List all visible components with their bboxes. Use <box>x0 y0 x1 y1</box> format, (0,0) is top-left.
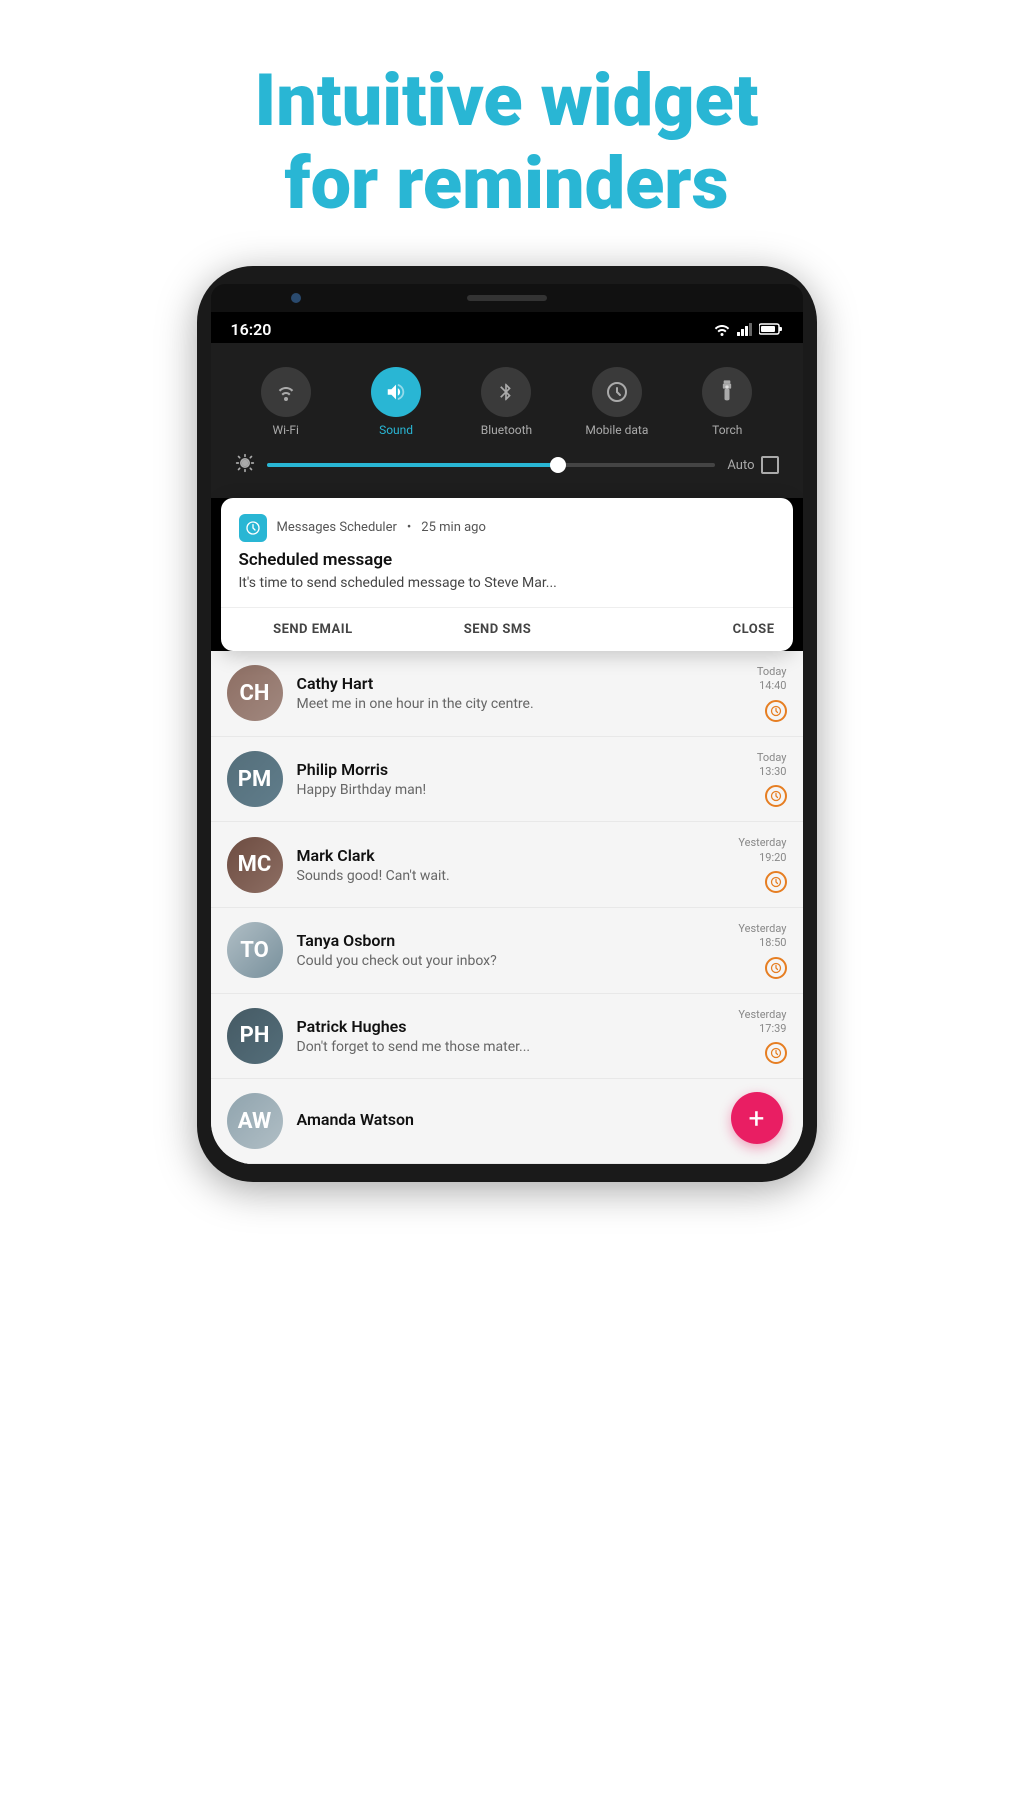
bluetooth-label: Bluetooth <box>481 423 532 437</box>
quick-icon-mobile-data[interactable]: Mobile data <box>577 367 657 437</box>
avatar: TO <box>227 922 283 978</box>
message-preview: Meet me in one hour in the city centre. <box>297 696 703 712</box>
send-sms-button[interactable]: SEND SMS <box>405 608 590 651</box>
wifi-label: Wi-Fi <box>272 423 298 437</box>
avatar: PH <box>227 1008 283 1064</box>
notification-app-name: Messages Scheduler <box>277 520 397 535</box>
message-preview: Could you check out your inbox? <box>297 953 703 969</box>
auto-checkbox[interactable] <box>761 456 779 474</box>
message-preview: Sounds good! Can't wait. <box>297 868 703 884</box>
avatar: AW <box>227 1093 283 1149</box>
message-meta: Today14:40 <box>717 665 787 722</box>
quick-icon-wifi[interactable]: Wi-Fi <box>246 367 326 437</box>
message-time: Today14:40 <box>757 665 787 694</box>
fab-button[interactable]: + <box>731 1092 783 1144</box>
message-time: Yesterday18:50 <box>738 922 786 951</box>
quick-icon-bluetooth[interactable]: Bluetooth <box>466 367 546 437</box>
clock-icon <box>765 1042 787 1064</box>
clock-icon <box>765 700 787 722</box>
message-content: Patrick Hughes Don't forget to send me th… <box>297 1017 703 1055</box>
bluetooth-icon-circle <box>481 367 531 417</box>
hero-line1: Intuitive widget <box>254 58 758 143</box>
battery-icon <box>759 322 783 336</box>
mobile-data-label: Mobile data <box>585 423 648 437</box>
message-name: Tanya Osborn <box>297 931 703 950</box>
message-list-item[interactable]: PH Patrick Hughes Don't forget to send me … <box>211 994 803 1080</box>
message-list-item[interactable]: MC Mark Clark Sounds good! Can't wait. Yest… <box>211 822 803 908</box>
messages-list: CH Cathy Hart Meet me in one hour in the c… <box>211 651 803 1164</box>
message-meta: Yesterday19:20 <box>717 836 787 893</box>
message-name: Mark Clark <box>297 846 703 865</box>
notification-time: 25 min ago <box>421 520 486 535</box>
notification-body: It's time to send scheduled message to S… <box>239 574 775 594</box>
send-email-button[interactable]: SEND EMAIL <box>221 608 406 651</box>
message-meta: Yesterday18:50 <box>717 922 787 979</box>
message-list-item[interactable]: CH Cathy Hart Meet me in one hour in the c… <box>211 651 803 737</box>
hero-line2: for reminders <box>284 141 728 226</box>
quick-icon-sound[interactable]: Sound <box>356 367 436 437</box>
notification-header: Messages Scheduler • 25 min ago <box>239 514 775 542</box>
signal-bars-icon <box>737 322 753 336</box>
status-icons <box>713 322 783 336</box>
close-button[interactable]: CLOSE <box>590 608 793 651</box>
avatar: MC <box>227 837 283 893</box>
torch-label: Torch <box>712 423 742 437</box>
brightness-fill <box>267 463 559 467</box>
clock-icon <box>765 871 787 893</box>
status-bar: 16:20 <box>211 312 803 343</box>
notification-dot: • <box>407 520 411 535</box>
message-list-item[interactable]: PM Philip Morris Happy Birthday man! Today1… <box>211 737 803 823</box>
message-preview: Happy Birthday man! <box>297 782 703 798</box>
brightness-row: Auto <box>231 453 783 478</box>
notification-title: Scheduled message <box>239 550 775 570</box>
phone-speaker <box>467 295 547 301</box>
phone-camera <box>291 293 301 303</box>
brightness-slider[interactable] <box>267 463 716 467</box>
message-list-item[interactable]: AW Amanda Watson <box>211 1079 803 1164</box>
avatar: PM <box>227 751 283 807</box>
brightness-thumb <box>550 457 566 473</box>
sound-icon-circle <box>371 367 421 417</box>
message-content: Amanda Watson <box>297 1110 703 1132</box>
message-content: Tanya Osborn Could you check out your inb… <box>297 931 703 969</box>
quick-icons-row: Wi-Fi Sound Bluetooth Mobile data Torch <box>231 359 783 453</box>
status-time: 16:20 <box>231 320 272 339</box>
message-preview: Don't forget to send me those mater... <box>297 1039 703 1055</box>
message-name: Philip Morris <box>297 760 703 779</box>
phone-top <box>211 284 803 312</box>
message-name: Amanda Watson <box>297 1110 703 1129</box>
quick-icon-torch[interactable]: Torch <box>687 367 767 437</box>
message-meta: Yesterday17:39 <box>717 1008 787 1065</box>
wifi-signal-icon <box>713 322 731 336</box>
message-content: Mark Clark Sounds good! Can't wait. <box>297 846 703 884</box>
torch-icon-circle <box>702 367 752 417</box>
auto-label: Auto <box>727 458 754 473</box>
message-content: Philip Morris Happy Birthday man! <box>297 760 703 798</box>
quick-settings-panel: Wi-Fi Sound Bluetooth Mobile data Torch <box>211 343 803 498</box>
clock-icon <box>765 785 787 807</box>
notification-app-icon <box>239 514 267 542</box>
message-time: Today13:30 <box>757 751 787 780</box>
clock-icon <box>765 957 787 979</box>
message-time: Yesterday19:20 <box>738 836 786 865</box>
wifi-icon-circle <box>261 367 311 417</box>
message-content: Cathy Hart Meet me in one hour in the cit… <box>297 674 703 712</box>
brightness-icon <box>235 453 255 478</box>
notification-card: Messages Scheduler • 25 min ago Schedule… <box>221 498 793 652</box>
brightness-auto: Auto <box>727 456 778 474</box>
mobile-data-icon-circle <box>592 367 642 417</box>
phone-frame: 16:20 <box>197 266 817 1183</box>
hero-title: Intuitive widget for reminders <box>174 0 838 266</box>
message-name: Patrick Hughes <box>297 1017 703 1036</box>
message-meta: Today13:30 <box>717 751 787 808</box>
message-list-item[interactable]: TO Tanya Osborn Could you check out your i… <box>211 908 803 994</box>
avatar: CH <box>227 665 283 721</box>
notification-actions: SEND EMAIL SEND SMS CLOSE <box>221 607 793 651</box>
message-name: Cathy Hart <box>297 674 703 693</box>
message-time: Yesterday17:39 <box>738 1008 786 1037</box>
phone-screen: 16:20 <box>211 312 803 1165</box>
sound-label: Sound <box>379 423 413 437</box>
